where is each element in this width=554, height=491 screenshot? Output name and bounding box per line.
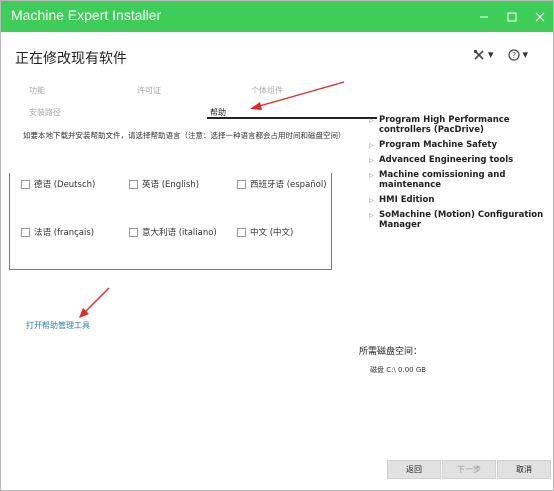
expand-arrow-icon[interactable]: ▷	[369, 141, 374, 151]
maximize-icon	[507, 12, 517, 21]
feature-item[interactable]: ▷ Program Machine Safety	[369, 140, 549, 150]
language-spanish[interactable]: 西班牙语 (español)	[237, 178, 327, 190]
language-italian[interactable]: 意大利语 (italiano)	[129, 226, 217, 238]
page-title: 正在修改现有软件	[15, 51, 127, 67]
language-label: 德语 (Deutsch)	[34, 180, 96, 190]
feature-label: Program Machine Safety	[379, 140, 497, 150]
window-title: Machine Expert Installer	[11, 7, 162, 23]
checkbox[interactable]	[21, 179, 30, 189]
feature-item[interactable]: ▷ Advanced Engineering tools	[369, 155, 549, 165]
minimize-icon	[480, 16, 488, 17]
feature-tree: ▷ Program High Performance controllers (…	[369, 115, 549, 230]
checkbox[interactable]	[237, 179, 246, 189]
feature-item[interactable]: ▷ SoMachine (Motion) Configuration Manag…	[369, 210, 549, 230]
expand-arrow-icon[interactable]: ▷	[369, 211, 374, 221]
help-description: 如要本地下载并安装帮助文件，请选择帮助语言（注意：选择一种语言都会占用时间和磁盘…	[23, 131, 346, 140]
language-label: 意大利语 (italiano)	[142, 228, 217, 238]
feature-label: Program High Performance controllers (Pa…	[379, 115, 510, 135]
close-icon	[535, 12, 545, 21]
tab-components[interactable]: 个体组件	[251, 85, 283, 96]
svg-text:?: ?	[511, 51, 515, 60]
active-tab-indicator	[207, 117, 377, 119]
language-label: 法语 (français)	[34, 228, 95, 238]
expand-arrow-icon[interactable]: ▷	[369, 156, 374, 166]
chevron-down-icon: ▾	[522, 48, 529, 61]
help-menu-button[interactable]: ? ▾	[507, 48, 529, 61]
checkbox[interactable]	[129, 227, 138, 237]
next-button[interactable]: 下一步	[442, 460, 496, 479]
language-list: 德语 (Deutsch) 英语 (English) 西班牙语 (español)…	[9, 173, 332, 270]
language-english[interactable]: 英语 (English)	[129, 178, 199, 190]
tab-install-path[interactable]: 安装路径	[29, 107, 61, 118]
language-chinese[interactable]: 中文 (中文)	[237, 226, 293, 238]
feature-label: HMI Edition	[379, 195, 435, 205]
feature-label: Advanced Engineering tools	[379, 155, 514, 165]
cancel-button[interactable]: 取消	[497, 460, 551, 479]
tools-icon	[473, 49, 484, 60]
disk-space-label: 所需磁盘空间：	[359, 347, 423, 357]
checkbox[interactable]	[21, 227, 30, 237]
language-french[interactable]: 法语 (français)	[21, 226, 94, 238]
tab-license[interactable]: 许可证	[137, 85, 161, 96]
feature-item[interactable]: ▷ Machine comissioning and maintenance	[369, 170, 549, 190]
tab-strip: 功能 许可证 个体组件 安装路径 帮助	[23, 85, 377, 121]
expand-arrow-icon[interactable]: ▷	[369, 196, 374, 206]
checkbox[interactable]	[129, 179, 138, 189]
annotation-arrow-icon	[79, 287, 110, 318]
language-label: 西班牙语 (español)	[250, 180, 327, 190]
checkbox[interactable]	[237, 227, 246, 237]
tab-features[interactable]: 功能	[29, 85, 45, 96]
language-label: 中文 (中文)	[250, 228, 294, 238]
title-bar: Machine Expert Installer	[1, 1, 553, 32]
disk-space-value: 磁盘 C:\ 0.00 GB	[370, 366, 427, 374]
language-label: 英语 (English)	[142, 180, 200, 190]
feature-label: SoMachine (Motion) Configuration Manager	[379, 210, 544, 230]
installer-window: Machine Expert Installer 正在修改现有软件 ▾ ? ▾	[0, 0, 554, 491]
chevron-down-icon: ▾	[488, 48, 494, 61]
top-toolbar: ▾ ? ▾	[473, 48, 528, 61]
feature-label: Machine comissioning and maintenance	[379, 170, 506, 190]
help-icon: ?	[507, 48, 520, 61]
language-german[interactable]: 德语 (Deutsch)	[21, 178, 95, 190]
expand-arrow-icon[interactable]: ▷	[369, 116, 374, 126]
feature-item[interactable]: ▷ HMI Edition	[369, 195, 549, 205]
open-help-manager-link[interactable]: 打开帮助管理工具	[26, 320, 90, 331]
expand-arrow-icon[interactable]: ▷	[369, 171, 374, 181]
back-button[interactable]: 返回	[387, 460, 441, 479]
feature-item[interactable]: ▷ Program High Performance controllers (…	[369, 115, 549, 135]
tools-menu-button[interactable]: ▾	[473, 48, 494, 61]
close-button[interactable]	[523, 1, 554, 32]
